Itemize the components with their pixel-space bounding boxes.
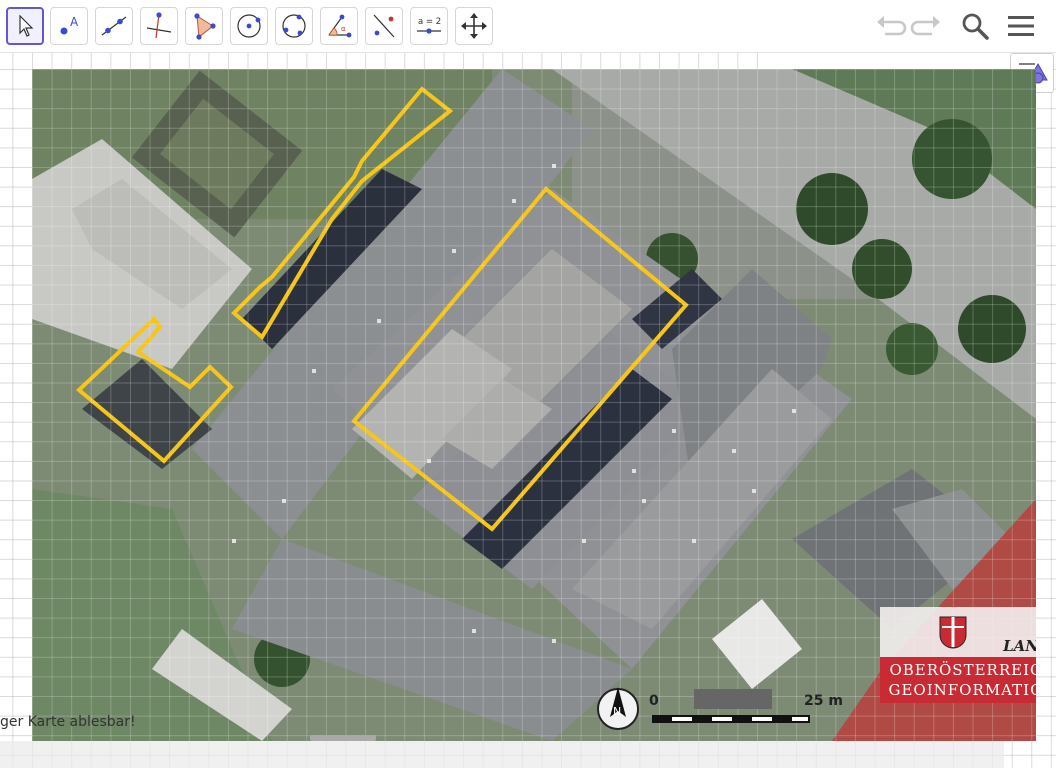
move-graphics-view-icon xyxy=(461,13,487,39)
land-oberoesterreich-logo: LAND OBERÖSTERREICH GEOINFORMATION xyxy=(880,607,1036,703)
cursor-arrow-icon xyxy=(19,14,34,37)
graphics-view[interactable]: LAND OBERÖSTERREICH GEOINFORMATION ger K… xyxy=(0,53,1056,768)
slider-tool-button[interactable]: a = 2 xyxy=(410,7,448,45)
scale-ruler-icon xyxy=(652,689,810,723)
reflect-about-line-icon xyxy=(373,14,395,38)
circle-center-point-icon xyxy=(237,14,261,38)
undo-button[interactable] xyxy=(873,10,907,42)
polygon-tool-button[interactable] xyxy=(185,7,223,45)
logo-line1: OBERÖSTERREICH xyxy=(889,661,1036,679)
angle-tool-button[interactable]: α xyxy=(320,7,358,45)
redo-button[interactable] xyxy=(910,10,944,42)
search-icon xyxy=(962,13,989,40)
polygon-icon xyxy=(194,13,216,40)
scale-bar: N 0 25 m xyxy=(594,683,854,733)
perpendicular-tool-button[interactable] xyxy=(140,7,178,45)
svg-text:N: N xyxy=(613,705,621,718)
undo-icon xyxy=(877,16,907,36)
circle-three-points-tool-button[interactable] xyxy=(275,7,313,45)
point-tool-button[interactable]: A xyxy=(50,7,88,45)
menu-button[interactable] xyxy=(1005,10,1039,42)
move-tool-button[interactable] xyxy=(6,7,44,45)
perpendicular-line-icon xyxy=(146,12,172,39)
move-graphics-tool-button[interactable] xyxy=(455,7,493,45)
redo-icon xyxy=(910,16,940,36)
svg-text:A: A xyxy=(70,15,79,29)
line-through-two-points-icon xyxy=(101,16,127,36)
angle-icon: α xyxy=(328,14,352,38)
map-scroll-thumb[interactable] xyxy=(310,735,376,741)
circle-through-three-points-icon xyxy=(282,14,306,38)
circle-tool-button[interactable] xyxy=(230,7,268,45)
map-bottom-strip xyxy=(0,741,1004,768)
logo-line2: GEOINFORMATION xyxy=(888,681,1036,699)
logo-land-text: LAND xyxy=(1003,637,1036,655)
search-button[interactable] xyxy=(958,10,992,42)
svg-text:a = 2: a = 2 xyxy=(418,17,441,27)
slider-icon: a = 2 xyxy=(417,17,441,34)
point-with-label-icon: A xyxy=(60,15,79,35)
toolbar: A α a = 2 xyxy=(0,0,1056,53)
reflect-tool-button[interactable] xyxy=(365,7,403,45)
crest-icon xyxy=(939,616,967,649)
scale-distance-label: 25 m xyxy=(804,693,843,709)
menu-icon xyxy=(1008,16,1034,36)
line-tool-button[interactable] xyxy=(95,7,133,45)
svg-text:α: α xyxy=(341,25,346,33)
aerial-map-image: LAND OBERÖSTERREICH GEOINFORMATION xyxy=(32,69,1036,741)
map-caption: ger Karte ablesbar! xyxy=(0,714,136,730)
north-arrow-icon: N xyxy=(597,687,639,730)
